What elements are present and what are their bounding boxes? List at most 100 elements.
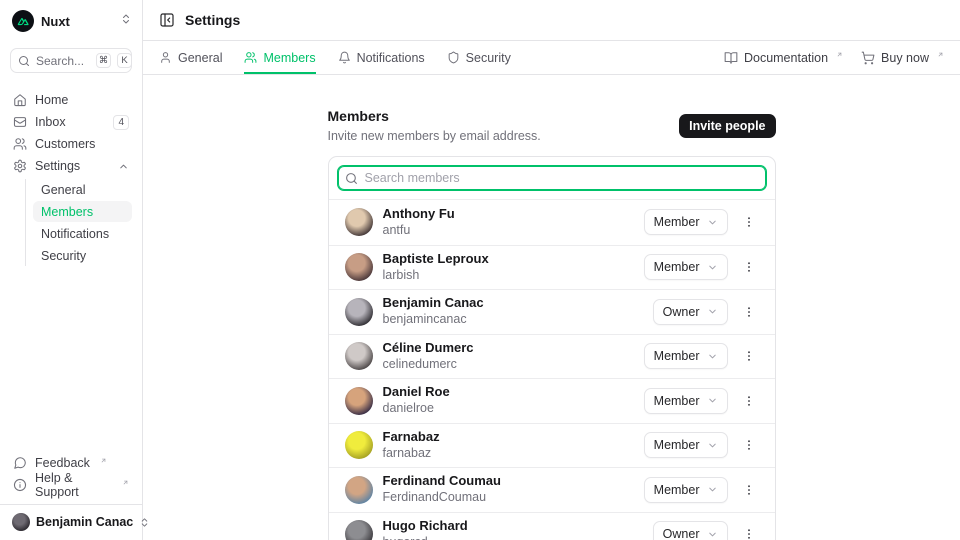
tab-security[interactable]: Security <box>447 41 511 74</box>
chevron-down-icon <box>707 217 718 228</box>
member-actions-menu-button[interactable] <box>739 477 759 503</box>
avatar <box>345 208 373 236</box>
avatar <box>345 342 373 370</box>
collapse-sidebar-icon[interactable] <box>159 12 175 28</box>
shield-icon <box>447 51 460 64</box>
sidebar-subitem-general[interactable]: General <box>33 179 132 200</box>
member-role-label: Member <box>654 260 700 274</box>
users-icon <box>244 51 257 64</box>
avatar <box>345 253 373 281</box>
kbd-cmd: ⌘ <box>96 53 111 68</box>
member-actions-menu-button[interactable] <box>739 209 759 235</box>
member-username: antfu <box>383 223 644 238</box>
sidebar-search-button[interactable]: Search... ⌘ K <box>10 48 132 73</box>
users-icon <box>13 137 27 151</box>
member-name: Farnabaz <box>383 430 644 445</box>
member-actions-menu-button[interactable] <box>739 521 759 540</box>
inbox-count-badge: 4 <box>113 115 129 130</box>
member-username: farnabaz <box>383 446 644 461</box>
sidebar: Nuxt Search... ⌘ K Home <box>0 0 143 540</box>
page-title: Settings <box>185 12 240 28</box>
member-row: Anthony Fu antfu Member <box>329 200 775 245</box>
member-name: Daniel Roe <box>383 385 644 400</box>
member-role-dropdown[interactable]: Member <box>644 477 728 503</box>
help-support-link[interactable]: Help & Support <box>10 474 132 496</box>
member-username: hugorcd <box>383 535 653 540</box>
member-role-dropdown[interactable]: Member <box>644 209 728 235</box>
section-subtitle: Invite new members by email address. <box>328 129 680 143</box>
section-title: Members <box>328 108 680 124</box>
member-role-label: Owner <box>663 527 700 540</box>
avatar <box>345 476 373 504</box>
feedback-label: Feedback <box>35 456 90 470</box>
nuxt-logo-icon <box>12 10 34 32</box>
member-username: FerdinandCoumau <box>383 490 644 505</box>
documentation-label: Documentation <box>744 51 828 65</box>
tab-notifications[interactable]: Notifications <box>338 41 425 74</box>
buy-now-button[interactable]: Buy now <box>861 51 944 65</box>
member-role-label: Owner <box>663 305 700 319</box>
shopping-cart-icon <box>861 51 875 65</box>
member-actions-menu-button[interactable] <box>739 343 759 369</box>
member-name: Benjamin Canac <box>383 296 653 311</box>
member-actions-menu-button[interactable] <box>739 432 759 458</box>
members-card: Anthony Fu antfu Member Baptiste Leproux… <box>328 156 776 540</box>
members-search-section <box>329 157 775 200</box>
sidebar-subitem-label: Security <box>41 249 86 263</box>
chevron-down-icon <box>707 306 718 317</box>
chevron-down-icon <box>707 351 718 362</box>
sidebar-item-customers[interactable]: Customers <box>10 133 132 155</box>
member-row: Hugo Richard hugorcd Owner <box>329 512 775 540</box>
external-link-icon <box>122 479 129 486</box>
info-circle-icon <box>13 478 27 492</box>
kbd-k: K <box>117 53 132 68</box>
member-role-label: Member <box>654 394 700 408</box>
member-row: Ferdinand Coumau FerdinandCoumau Member <box>329 467 775 512</box>
content-area: Members Invite new members by email addr… <box>143 75 960 540</box>
member-actions-menu-button[interactable] <box>739 299 759 325</box>
member-name: Baptiste Leproux <box>383 252 644 267</box>
member-role-label: Member <box>654 438 700 452</box>
search-members-input[interactable] <box>337 165 767 191</box>
search-icon <box>18 55 30 67</box>
sidebar-subitem-security[interactable]: Security <box>33 245 132 266</box>
sidebar-item-label: Settings <box>35 159 110 173</box>
invite-people-button[interactable]: Invite people <box>679 114 775 138</box>
external-link-icon <box>937 51 944 58</box>
buy-now-label: Buy now <box>881 51 929 65</box>
member-role-dropdown[interactable]: Member <box>644 343 728 369</box>
sidebar-item-settings[interactable]: Settings <box>10 155 132 177</box>
member-role-dropdown[interactable]: Member <box>644 254 728 280</box>
member-role-dropdown[interactable]: Owner <box>653 299 728 325</box>
chevron-down-icon <box>707 262 718 273</box>
tab-members[interactable]: Members <box>244 41 315 74</box>
member-row: Benjamin Canac benjamincanac Owner <box>329 289 775 334</box>
sidebar-subitem-members[interactable]: Members <box>33 201 132 222</box>
user-menu[interactable]: Benjamin Canac <box>0 504 142 540</box>
documentation-button[interactable]: Documentation <box>724 51 843 65</box>
tab-general[interactable]: General <box>159 41 222 74</box>
member-role-dropdown[interactable]: Member <box>644 432 728 458</box>
sidebar-item-home[interactable]: Home <box>10 89 132 111</box>
avatar <box>345 431 373 459</box>
message-bubble-icon <box>13 456 27 470</box>
sidebar-item-inbox[interactable]: Inbox 4 <box>10 111 132 133</box>
member-row: Baptiste Leproux larbish Member <box>329 245 775 290</box>
team-switcher[interactable]: Nuxt <box>0 0 142 36</box>
member-name: Hugo Richard <box>383 519 653 534</box>
sidebar-subitem-label: General <box>41 183 85 197</box>
member-role-dropdown[interactable]: Owner <box>653 521 728 540</box>
sidebar-item-label: Inbox <box>35 115 105 129</box>
sidebar-nav: Home Inbox 4 Customers Settings <box>0 79 142 267</box>
sidebar-subitem-notifications[interactable]: Notifications <box>33 223 132 244</box>
app-window: Nuxt Search... ⌘ K Home <box>0 0 960 540</box>
sidebar-item-label: Customers <box>35 137 129 151</box>
member-role-dropdown[interactable]: Member <box>644 388 728 414</box>
tab-bar: General Members Notifications <box>143 41 960 75</box>
member-name: Anthony Fu <box>383 207 644 222</box>
member-actions-menu-button[interactable] <box>739 254 759 280</box>
member-actions-menu-button[interactable] <box>739 388 759 414</box>
external-link-icon <box>100 457 107 464</box>
chevron-down-icon <box>707 529 718 540</box>
chevron-down-icon <box>707 395 718 406</box>
